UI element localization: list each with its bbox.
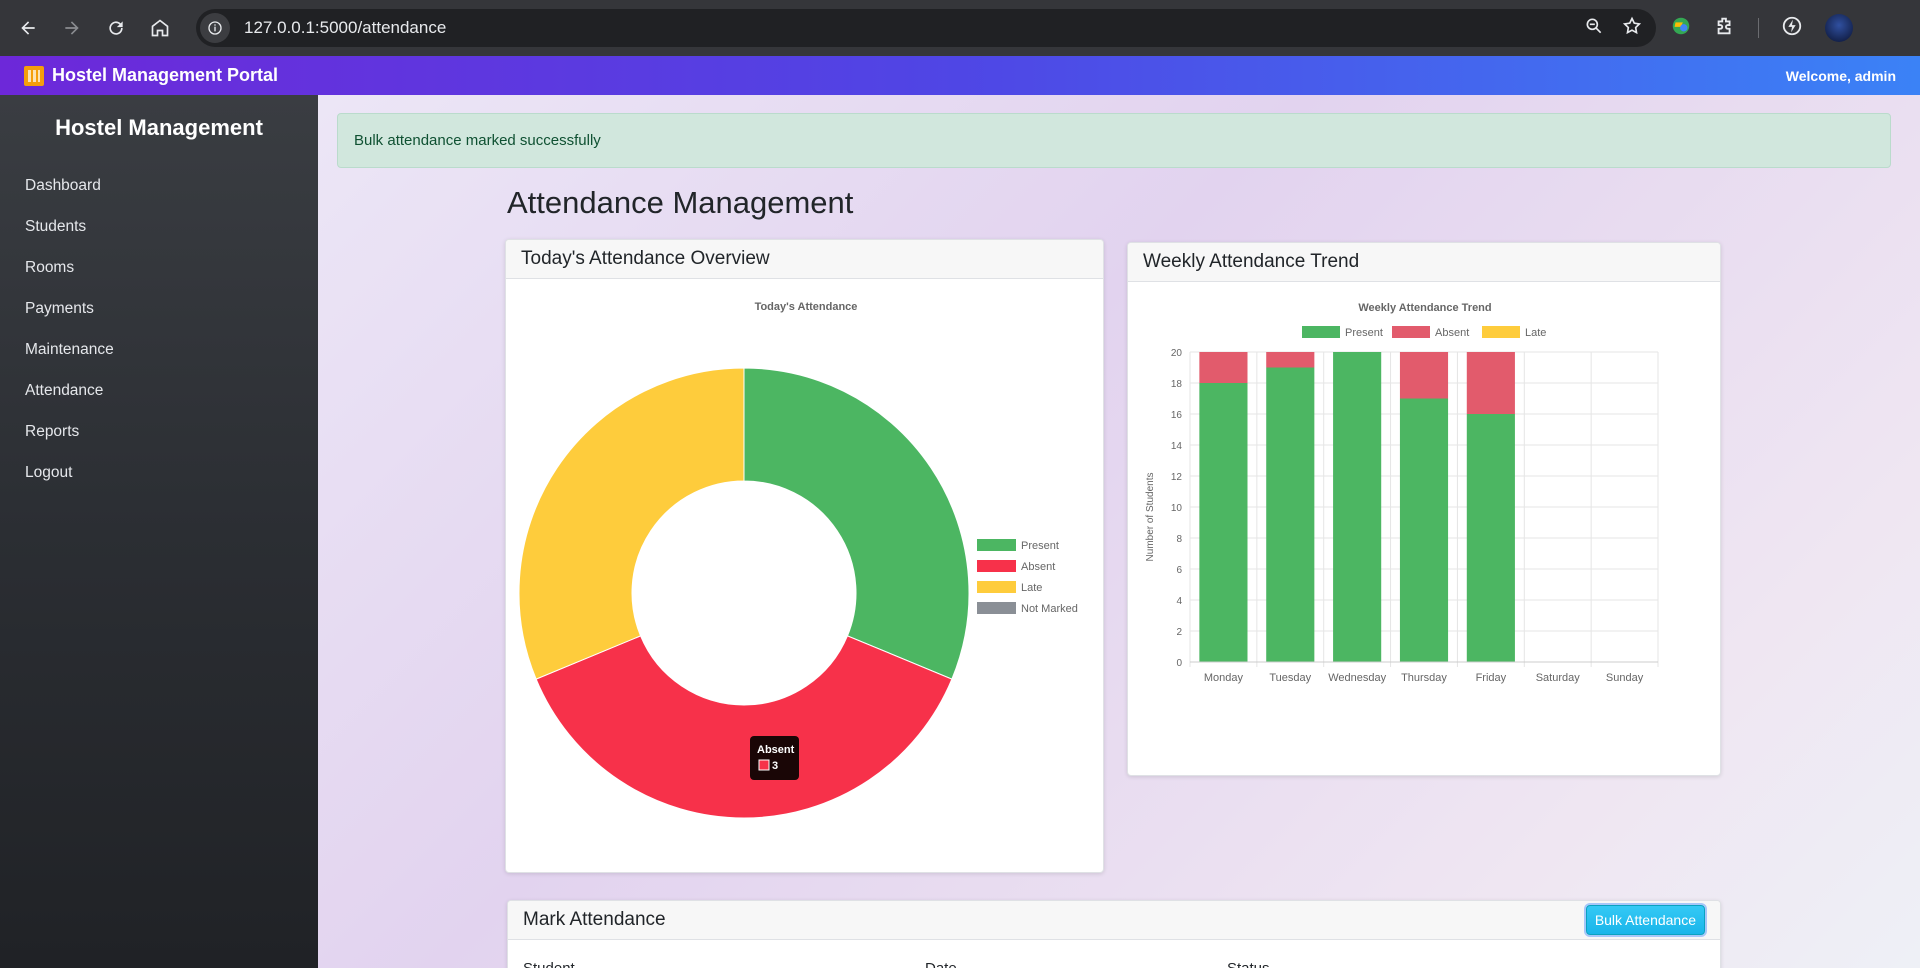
today-card-header: Today's Attendance Overview — [506, 240, 1103, 279]
donut-slice-absent[interactable] — [535, 635, 953, 819]
y-tick-label: 20 — [1171, 348, 1183, 359]
donut-tooltip: Absent 3 — [750, 736, 799, 780]
weekly-trend-card: Weekly Attendance Trend Weekly Attendanc… — [1127, 242, 1721, 776]
student-label: Student — [523, 960, 925, 968]
sidebar-item-rooms[interactable]: Rooms — [0, 247, 318, 288]
success-alert: Bulk attendance marked successfully — [337, 113, 1891, 168]
brand-text: Hostel Management Portal — [52, 65, 279, 85]
x-tick-label: Saturday — [1536, 672, 1581, 684]
status-label: Status — [1227, 960, 1270, 968]
sidebar-title: Hostel Management — [55, 115, 263, 140]
sidebar-item-dashboard[interactable]: Dashboard — [0, 165, 318, 206]
reload-icon[interactable] — [94, 6, 138, 50]
x-tick-label: Monday — [1204, 672, 1244, 684]
back-icon[interactable] — [6, 6, 50, 50]
bar-legend-label[interactable]: Late — [1525, 327, 1546, 339]
weekly-trend-chart[interactable]: Weekly Attendance Trend Present Absent Lat… — [1128, 282, 1721, 776]
main-content: Bulk attendance marked successfully Atte… — [318, 95, 1920, 968]
x-tick-label: Friday — [1476, 672, 1507, 684]
sidebar-item-payments[interactable]: Payments — [0, 288, 318, 329]
y-tick-label: 14 — [1171, 441, 1183, 452]
bar-legend-label[interactable]: Present — [1345, 327, 1383, 339]
donut-legend-swatch[interactable] — [977, 602, 1016, 614]
date-label: Date — [925, 960, 1227, 968]
site-info-icon[interactable] — [200, 13, 230, 43]
x-tick-label: Sunday — [1606, 672, 1644, 684]
bar-legend-swatch[interactable] — [1302, 326, 1340, 338]
tooltip-title: Absent — [757, 744, 795, 756]
mark-card-header: Mark Attendance Bulk Attendance — [508, 901, 1720, 940]
weekly-card-header: Weekly Attendance Trend — [1128, 243, 1720, 282]
brand[interactable]: Hostel Management Portal — [24, 65, 278, 86]
bar-absent-monday[interactable] — [1199, 352, 1248, 383]
bar-present-wednesday[interactable] — [1333, 352, 1382, 662]
profile-avatar[interactable] — [1825, 14, 1853, 42]
x-tick-label: Thursday — [1401, 672, 1447, 684]
forward-icon[interactable] — [50, 6, 94, 50]
donut-legend-swatch[interactable] — [977, 539, 1016, 551]
donut-chart-title: Today's Attendance — [755, 301, 858, 313]
donut-legend-swatch[interactable] — [977, 581, 1016, 593]
app-header: Hostel Management Portal Welcome, admin — [0, 56, 1920, 95]
donut-slice-present[interactable] — [743, 367, 970, 680]
url-text[interactable]: 127.0.0.1:5000/attendance — [244, 18, 446, 38]
bar-present-tuesday[interactable] — [1266, 367, 1315, 663]
bar-chart-title: Weekly Attendance Trend — [1358, 302, 1491, 314]
donut-legend-label[interactable]: Absent — [1021, 561, 1055, 573]
bar-absent-tuesday[interactable] — [1266, 352, 1315, 368]
x-tick-label: Tuesday — [1269, 672, 1311, 684]
tooltip-swatch — [758, 759, 770, 771]
hotel-icon — [24, 65, 44, 86]
y-tick-label: 16 — [1171, 410, 1183, 421]
donut-legend-label[interactable]: Late — [1021, 582, 1042, 594]
zoom-icon[interactable] — [1584, 16, 1604, 41]
welcome-text: Welcome, admin — [1785, 67, 1896, 84]
y-axis-label: Number of Students — [1145, 473, 1156, 562]
donut-slice-late[interactable] — [518, 367, 745, 680]
y-tick-label: 10 — [1171, 503, 1183, 514]
y-tick-label: 18 — [1171, 379, 1183, 390]
y-tick-label: 6 — [1176, 565, 1182, 576]
y-tick-label: 2 — [1176, 627, 1182, 638]
donut-legend-label[interactable]: Not Marked — [1021, 603, 1078, 615]
extensions-puzzle-icon[interactable] — [1714, 15, 1736, 42]
mark-attendance-card: Mark Attendance Bulk Attendance Student … — [507, 900, 1721, 968]
y-tick-label: 8 — [1176, 534, 1182, 545]
performance-icon[interactable] — [1781, 15, 1803, 42]
bar-legend-label[interactable]: Absent — [1435, 327, 1469, 339]
toolbar-divider — [1758, 18, 1759, 38]
tooltip-value: 3 — [772, 760, 778, 772]
bar-present-monday[interactable] — [1199, 383, 1248, 662]
mark-form-labels: Student Date Status — [508, 940, 1720, 968]
bookmark-star-icon[interactable] — [1622, 16, 1642, 41]
donut-legend-swatch[interactable] — [977, 560, 1016, 572]
bar-absent-thursday[interactable] — [1399, 352, 1449, 399]
x-tick-label: Wednesday — [1328, 672, 1386, 684]
bulk-attendance-button[interactable]: Bulk Attendance — [1585, 905, 1705, 935]
bar-present-friday[interactable] — [1466, 414, 1515, 662]
address-bar[interactable]: 127.0.0.1:5000/attendance — [196, 9, 1656, 47]
sidebar-item-reports[interactable]: Reports — [0, 411, 318, 452]
y-tick-label: 0 — [1176, 658, 1182, 669]
bar-legend-swatch[interactable] — [1482, 326, 1520, 338]
sidebar-item-logout[interactable]: Logout — [0, 452, 318, 493]
bar-present-thursday[interactable] — [1399, 398, 1449, 663]
bar-legend-swatch[interactable] — [1392, 326, 1430, 338]
sidebar-item-maintenance[interactable]: Maintenance — [0, 329, 318, 370]
today-attendance-card: Today's Attendance Overview Today's Atte… — [505, 239, 1104, 873]
donut-legend-label[interactable]: Present — [1021, 540, 1059, 552]
mark-card-title: Mark Attendance — [523, 909, 666, 930]
bar-absent-friday[interactable] — [1466, 352, 1515, 414]
home-icon[interactable] — [138, 6, 182, 50]
y-tick-label: 12 — [1171, 472, 1183, 483]
alert-message: Bulk attendance marked successfully — [354, 132, 601, 149]
page-title: Attendance Management — [507, 185, 854, 220]
sidebar: Hostel Management Dashboard Students Roo… — [0, 95, 318, 968]
sidebar-item-students[interactable]: Students — [0, 206, 318, 247]
today-attendance-chart[interactable]: Today's Attendance Present Absent Late Not … — [506, 279, 1104, 873]
y-tick-label: 4 — [1176, 596, 1182, 607]
sidebar-item-attendance[interactable]: Attendance — [0, 370, 318, 411]
extension-globe-icon[interactable] — [1670, 15, 1692, 42]
browser-toolbar: 127.0.0.1:5000/attendance — [0, 0, 1920, 56]
